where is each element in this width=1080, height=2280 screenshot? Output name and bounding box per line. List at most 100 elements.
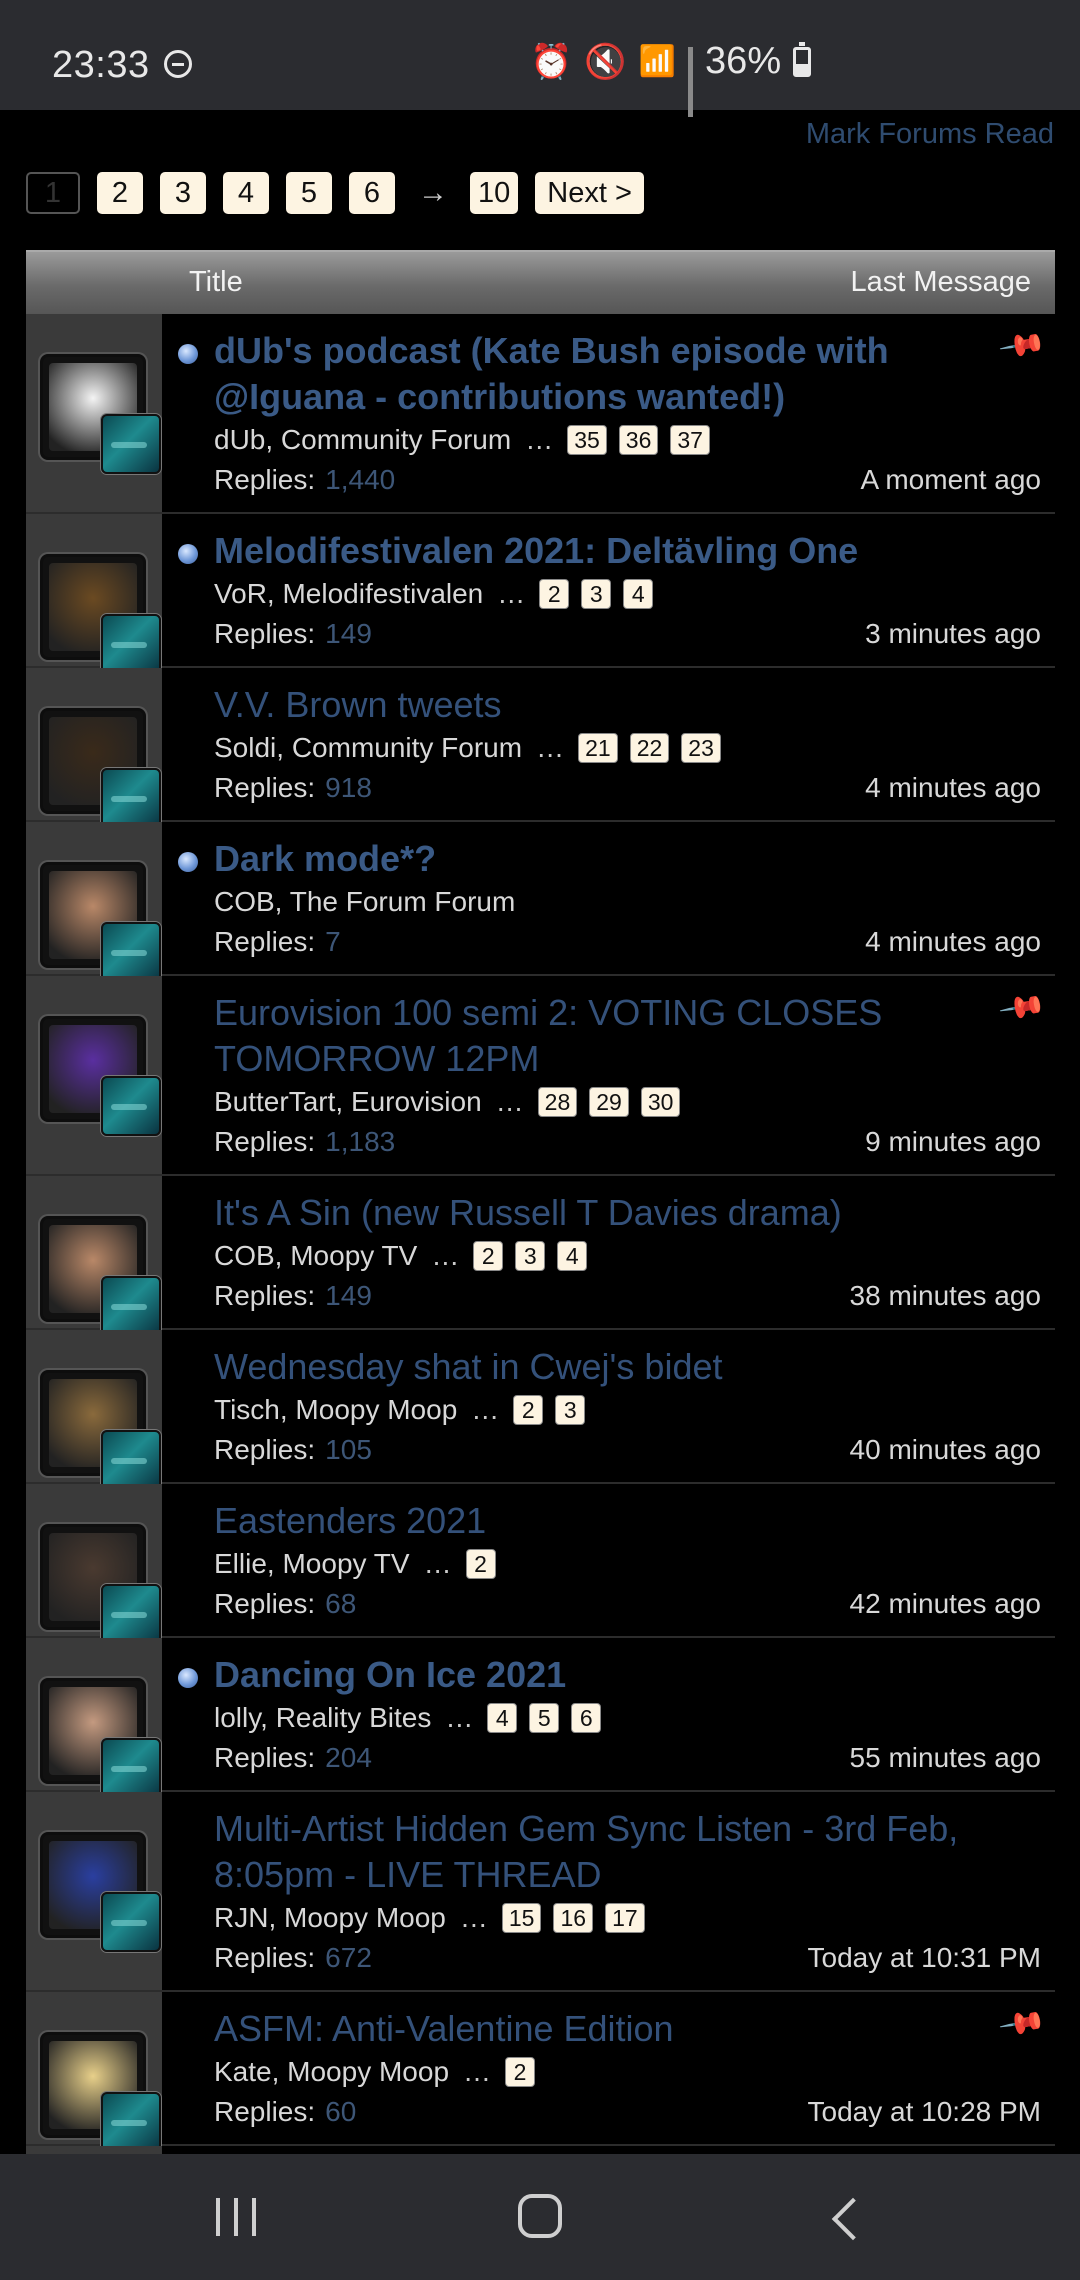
thread-title-link[interactable]: Dancing On Ice 2021 — [214, 1652, 1041, 1698]
thread-pages-ellipsis: … — [463, 2056, 492, 2087]
thread-page-link[interactable]: 21 — [578, 733, 618, 763]
last-poster-avatar[interactable] — [101, 1584, 161, 1644]
thread-list: 📌 dUb's podcast (Kate Bush episode with … — [26, 314, 1055, 2154]
thread-title-link[interactable]: Eastenders 2021 — [214, 1498, 1041, 1544]
thread-author-forum[interactable]: lolly, Reality Bites — [214, 1698, 431, 1738]
last-message-time[interactable]: 42 minutes ago — [850, 1584, 1041, 1624]
thread-author-forum[interactable]: RJN, Moopy Moop — [214, 1898, 446, 1938]
page-button-last[interactable]: 10 — [470, 172, 519, 214]
last-poster-avatar[interactable] — [101, 1892, 161, 1952]
thread-page-link[interactable]: 2 — [505, 2057, 536, 2087]
page-button-6[interactable]: 6 — [349, 172, 395, 214]
back-icon[interactable] — [831, 2197, 875, 2241]
last-poster-avatar[interactable] — [101, 1430, 161, 1490]
last-poster-avatar[interactable] — [101, 414, 161, 474]
thread-title-link[interactable]: Dark mode*? — [214, 836, 1041, 882]
thread-page-link[interactable]: 6 — [571, 1703, 602, 1733]
thread-page-link[interactable]: 29 — [589, 1087, 629, 1117]
page-button-4[interactable]: 4 — [223, 172, 269, 214]
last-poster-avatar[interactable] — [101, 1076, 161, 1136]
thread-page-link[interactable]: 36 — [618, 425, 659, 455]
thread-author-forum[interactable]: COB, Moopy TV — [214, 1236, 417, 1276]
thread-page-link[interactable]: 37 — [670, 425, 710, 455]
thread-author-forum[interactable]: VoR, Melodifestivalen — [214, 574, 483, 614]
last-poster-avatar[interactable] — [101, 922, 161, 982]
thread-title-link[interactable]: V.V. Brown tweets — [214, 682, 1041, 728]
last-message-time[interactable]: 9 minutes ago — [865, 1122, 1041, 1162]
thread-page-link[interactable]: 3 — [581, 579, 612, 609]
last-message-time[interactable]: 55 minutes ago — [850, 1738, 1041, 1778]
last-message-time[interactable]: 4 minutes ago — [865, 768, 1041, 808]
thread-page-link[interactable]: 23 — [681, 733, 721, 763]
thread-page-link[interactable]: 35 — [567, 425, 607, 455]
last-message-time[interactable]: 3 minutes ago — [865, 614, 1041, 654]
last-message-time[interactable]: Today at 10:28 PM — [808, 2092, 1041, 2132]
mark-forums-read-link[interactable]: Mark Forums Read — [806, 118, 1054, 151]
page-button-5[interactable]: 5 — [286, 172, 332, 214]
thread-info: 📌 Eurovision 100 semi 2: VOTING CLOSES T… — [162, 976, 1055, 1174]
thread-row[interactable]: Multi-Artist Hidden Gem Sync Listen - 3r… — [26, 1792, 1055, 1992]
thread-row[interactable]: Eastenders 2021 Ellie, Moopy TV … 2 Replie… — [26, 1484, 1055, 1644]
last-poster-avatar[interactable] — [101, 768, 161, 828]
thread-avatar-cell — [26, 2146, 162, 2154]
thread-row[interactable]: It's A Sin (new Russell T Davies drama) … — [26, 1176, 1055, 1336]
thread-page-link[interactable]: 16 — [553, 1903, 594, 1933]
last-poster-avatar[interactable] — [101, 2092, 161, 2152]
thread-title-link[interactable]: dUb's podcast (Kate Bush episode with @I… — [214, 328, 1041, 420]
last-message-time[interactable]: 38 minutes ago — [850, 1276, 1041, 1316]
thread-title-link[interactable]: It's A Sin (new Russell T Davies drama) — [214, 1190, 1041, 1236]
thread-page-link[interactable]: 2 — [539, 579, 570, 609]
thread-title-link[interactable]: ASFM: Anti-Valentine Edition — [214, 2006, 1041, 2052]
thread-author-forum[interactable]: Kate, Moopy Moop — [214, 2052, 449, 2092]
thread-row[interactable]: 📌 ASFM: Anti-Valentine Edition Kate, Moo… — [26, 1992, 1055, 2152]
thread-page-link[interactable]: 30 — [640, 1087, 681, 1117]
thread-page-link[interactable]: 15 — [501, 1903, 542, 1933]
header-title[interactable]: Title — [189, 266, 243, 299]
thread-page-link[interactable]: 22 — [629, 733, 670, 763]
thread-row[interactable]: Wednesday shat in Cwej's bidet Tisch, Mo… — [26, 1330, 1055, 1490]
thread-page-link[interactable]: 3 — [555, 1395, 586, 1425]
thread-row[interactable]: V.V. Brown tweets Soldi, Community Forum… — [26, 668, 1055, 828]
thread-author-forum[interactable]: Tisch, Moopy Moop — [214, 1390, 457, 1430]
last-message-time[interactable]: A moment ago — [860, 460, 1041, 500]
header-last-message[interactable]: Last Message — [850, 266, 1031, 299]
thread-row[interactable]: 📌 Eurovision 100 semi 2: VOTING CLOSES T… — [26, 976, 1055, 1176]
thread-row[interactable]: Dancing On Ice 2021 lolly, Reality Bites… — [26, 1638, 1055, 1798]
thread-title-link[interactable]: Melodifestivalen 2021: Deltävling One — [214, 528, 1041, 574]
recent-apps-icon[interactable] — [216, 2198, 256, 2236]
last-poster-avatar[interactable] — [101, 1276, 161, 1336]
thread-author-forum[interactable]: Ellie, Moopy TV — [214, 1544, 410, 1584]
thread-title-link[interactable]: Wednesday shat in Cwej's bidet — [214, 1344, 1041, 1390]
thread-page-link[interactable]: 4 — [623, 579, 654, 609]
last-message-time[interactable]: Today at 10:31 PM — [808, 1938, 1041, 1978]
thread-page-link[interactable]: 28 — [537, 1087, 578, 1117]
thread-page-link[interactable]: 17 — [605, 1903, 645, 1933]
thread-stats: Replies: 149 3 minutes ago — [214, 614, 1041, 654]
thread-page-link[interactable]: 4 — [487, 1703, 518, 1733]
thread-page-link[interactable]: 2 — [513, 1395, 544, 1425]
next-page-button[interactable]: Next > — [535, 172, 644, 214]
thread-page-link[interactable]: 5 — [529, 1703, 560, 1733]
thread-author-forum[interactable]: ButterTart, Eurovision — [214, 1082, 482, 1122]
last-message-time[interactable]: 40 minutes ago — [850, 1430, 1041, 1470]
thread-author-forum[interactable]: COB, The Forum Forum — [214, 882, 515, 922]
thread-row[interactable]: Dark mode*? COB, The Forum Forum Replies… — [26, 822, 1055, 982]
thread-page-link[interactable]: 2 — [473, 1241, 504, 1271]
thread-title-link[interactable]: Multi-Artist Hidden Gem Sync Listen - 3r… — [214, 1806, 1041, 1898]
page-button-2[interactable]: 2 — [97, 172, 143, 214]
home-icon[interactable] — [518, 2194, 562, 2238]
thread-page-link[interactable]: 3 — [515, 1241, 546, 1271]
last-message-time[interactable]: 4 minutes ago — [865, 922, 1041, 962]
thread-author-forum[interactable]: Soldi, Community Forum — [214, 728, 522, 768]
thread-row[interactable]: Melodifestivalen 2021: Deltävling One Vo… — [26, 514, 1055, 674]
thread-stats: Replies: 672 Today at 10:31 PM — [214, 1938, 1041, 1978]
thread-author-forum[interactable]: dUb, Community Forum — [214, 420, 511, 460]
last-poster-avatar[interactable] — [101, 1738, 161, 1798]
thread-page-link[interactable]: 4 — [557, 1241, 588, 1271]
thread-row[interactable]: 📌 dUb's podcast (Kate Bush episode with … — [26, 314, 1055, 514]
last-poster-avatar[interactable] — [101, 614, 161, 674]
thread-page-link[interactable]: 2 — [465, 1549, 496, 1579]
thread-title-link[interactable]: Eurovision 100 semi 2: VOTING CLOSES TOM… — [214, 990, 1041, 1082]
page-button-3[interactable]: 3 — [160, 172, 206, 214]
thread-row[interactable]: Dua Lipa - We're Good (& Future Nostalgi… — [26, 2146, 1055, 2154]
